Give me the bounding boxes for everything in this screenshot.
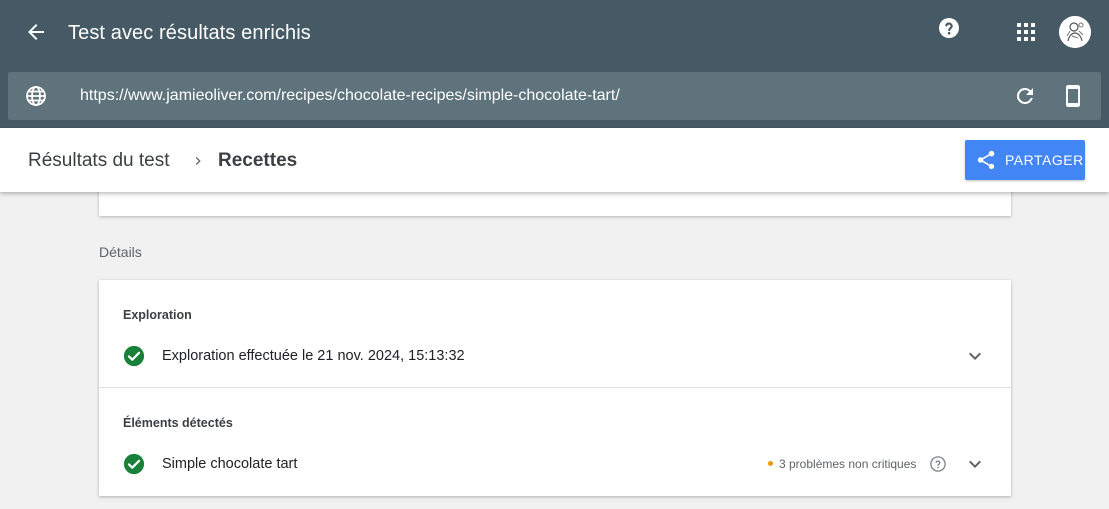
issues-help-button[interactable] bbox=[928, 454, 948, 474]
app-header: Test avec résultats enrichis https://www… bbox=[0, 0, 1109, 128]
refresh-icon bbox=[1016, 87, 1033, 104]
expand-detected-button[interactable] bbox=[963, 452, 987, 476]
url-bar: https://www.jamieoliver.com/recipes/choc… bbox=[8, 72, 1101, 120]
details-section-label: Détails bbox=[99, 244, 142, 260]
check-circle-icon bbox=[123, 453, 145, 475]
user-avatar[interactable] bbox=[1059, 16, 1091, 48]
crawl-status-text: Exploration effectuée le 21 nov. 2024, 1… bbox=[162, 348, 465, 364]
crawl-section-title: Exploration bbox=[123, 308, 192, 322]
avatar-image bbox=[1059, 16, 1091, 48]
smartphone-icon bbox=[1066, 85, 1080, 107]
help-outline-icon bbox=[930, 456, 946, 472]
detected-items-title: Éléments détectés bbox=[123, 416, 233, 430]
chevron-right-icon bbox=[195, 157, 201, 165]
share-button[interactable]: PARTAGER bbox=[965, 140, 1085, 180]
refresh-button[interactable] bbox=[1013, 84, 1037, 108]
expand-crawl-button[interactable] bbox=[963, 344, 987, 368]
globe-icon-wrap bbox=[24, 84, 48, 108]
help-button[interactable] bbox=[937, 16, 961, 40]
apps-button[interactable] bbox=[1012, 18, 1040, 46]
share-icon-wrap bbox=[974, 148, 998, 172]
chevron-right-icon-wrap bbox=[190, 150, 206, 172]
breadcrumb-current: Recettes bbox=[218, 150, 298, 171]
issues-count-text: 3 problèmes non critiques bbox=[779, 457, 917, 471]
warning-dot-icon bbox=[768, 461, 773, 466]
chevron-down-icon bbox=[969, 460, 981, 468]
share-icon bbox=[977, 150, 995, 170]
share-button-label: PARTAGER bbox=[1005, 152, 1084, 168]
breadcrumb-bar: Résultats du test Recettes PARTAGER bbox=[0, 128, 1109, 192]
details-card: Exploration Exploration effectuée le 21 … bbox=[99, 280, 1011, 496]
section-divider bbox=[99, 387, 1011, 388]
arrow-back-icon bbox=[28, 24, 44, 40]
globe-icon bbox=[26, 86, 46, 106]
check-circle-icon bbox=[123, 345, 145, 367]
device-toggle-button[interactable] bbox=[1061, 84, 1085, 108]
url-text[interactable]: https://www.jamieoliver.com/recipes/choc… bbox=[80, 86, 620, 106]
chevron-down-icon bbox=[969, 352, 981, 360]
crawl-status-row[interactable]: Exploration effectuée le 21 nov. 2024, 1… bbox=[99, 338, 1011, 374]
back-button[interactable] bbox=[20, 16, 52, 48]
detected-item-name: Simple chocolate tart bbox=[162, 456, 298, 472]
rich-results-test-app: Test avec résultats enrichis https://www… bbox=[0, 0, 1109, 509]
app-title: Test avec résultats enrichis bbox=[68, 22, 311, 44]
breadcrumb-root-link[interactable]: Résultats du test bbox=[28, 150, 170, 172]
detected-item-row[interactable]: Simple chocolate tart 3 problèmes non cr… bbox=[99, 446, 1011, 482]
help-icon bbox=[939, 18, 959, 38]
apps-grid-icon bbox=[1017, 23, 1035, 41]
